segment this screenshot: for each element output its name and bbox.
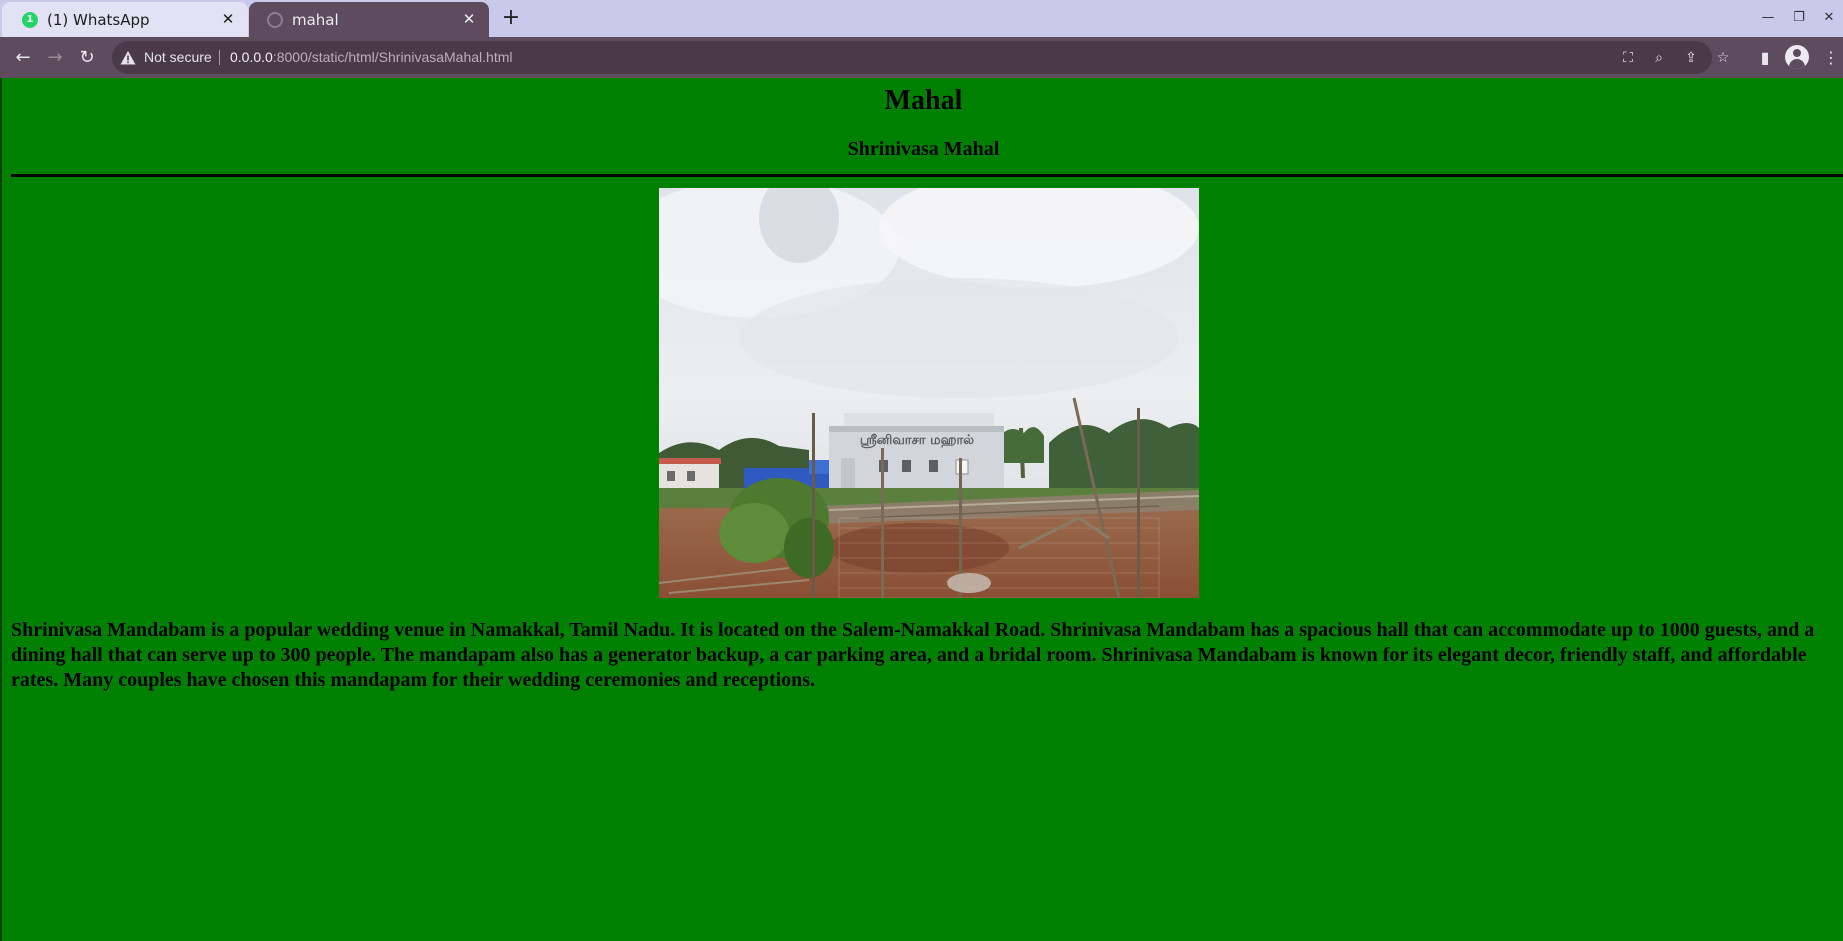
page-title: Mahal xyxy=(884,85,963,116)
url-text[interactable]: 0.0.0.0:8000/static/html/ShrinivasaMahal… xyxy=(230,49,513,65)
whatsapp-favicon-icon: 1 xyxy=(22,11,38,28)
tab-whatsapp[interactable]: 1 (1) WhatsApp ✕ xyxy=(2,2,248,37)
avatar-head xyxy=(1793,49,1801,57)
back-button[interactable]: ← xyxy=(10,45,36,71)
address-divider xyxy=(219,50,220,65)
tab-label: mahal xyxy=(292,10,339,29)
mahal-photo-illustration: ஸ்ரீனிவாசா மஹால் xyxy=(659,188,1199,598)
mahal-photo: ஸ்ரீனிவாசா மஹால் xyxy=(659,188,1199,598)
share-icon[interactable]: ⇪ xyxy=(1680,47,1702,69)
url-host: 0.0.0.0 xyxy=(230,49,273,65)
forward-button[interactable]: → xyxy=(42,45,68,71)
security-label[interactable]: Not secure xyxy=(144,49,212,65)
close-tab-icon[interactable]: ✕ xyxy=(218,9,238,29)
warning-icon xyxy=(120,51,136,65)
tab-label: (1) WhatsApp xyxy=(47,10,150,29)
page-body: Mahal Shrinivasa Mahal ஸ்ரீனிவாசா மஹால் … xyxy=(0,78,1843,941)
zoom-icon[interactable]: ⌕ xyxy=(1648,47,1670,69)
signboard-text: ஸ்ரீனிவாசா மஹால் xyxy=(860,433,974,448)
restore-icon[interactable]: ❐ xyxy=(1787,6,1811,30)
close-window-icon[interactable]: ✕ xyxy=(1817,6,1841,30)
avatar-body xyxy=(1789,59,1805,69)
url-path: :8000/static/html/ShrinivasaMahal.html xyxy=(272,49,513,65)
translate-icon[interactable]: ⛶ xyxy=(1617,47,1639,69)
globe-favicon-icon xyxy=(267,11,283,28)
bookmark-star-icon[interactable]: ☆ xyxy=(1712,47,1734,69)
address-bar[interactable]: Not secure 0.0.0.0:8000/static/html/Shri… xyxy=(112,41,1729,74)
horizontal-rule xyxy=(11,174,1843,177)
page-subtitle: Shrinivasa Mahal xyxy=(847,138,1000,160)
tab-mahal[interactable]: mahal ✕ xyxy=(249,2,489,37)
side-panel-icon[interactable]: ▮ xyxy=(1752,45,1778,71)
minimize-icon[interactable]: — xyxy=(1756,6,1780,30)
menu-kebab-icon[interactable]: ⋮ xyxy=(1818,45,1843,71)
browser-toolbar: ← → ↻ Not secure 0.0.0.0:8000/static/htm… xyxy=(0,37,1843,78)
profile-avatar-icon[interactable] xyxy=(1785,45,1809,69)
new-tab-button[interactable]: + xyxy=(497,6,525,32)
close-tab-icon[interactable]: ✕ xyxy=(459,9,479,29)
tab-strip: 1 (1) WhatsApp ✕ mahal ✕ + — ❐ ✕ xyxy=(0,0,1843,37)
mahal-description: Shrinivasa Mandabam is a popular wedding… xyxy=(11,619,1815,691)
reload-button[interactable]: ↻ xyxy=(74,45,100,71)
